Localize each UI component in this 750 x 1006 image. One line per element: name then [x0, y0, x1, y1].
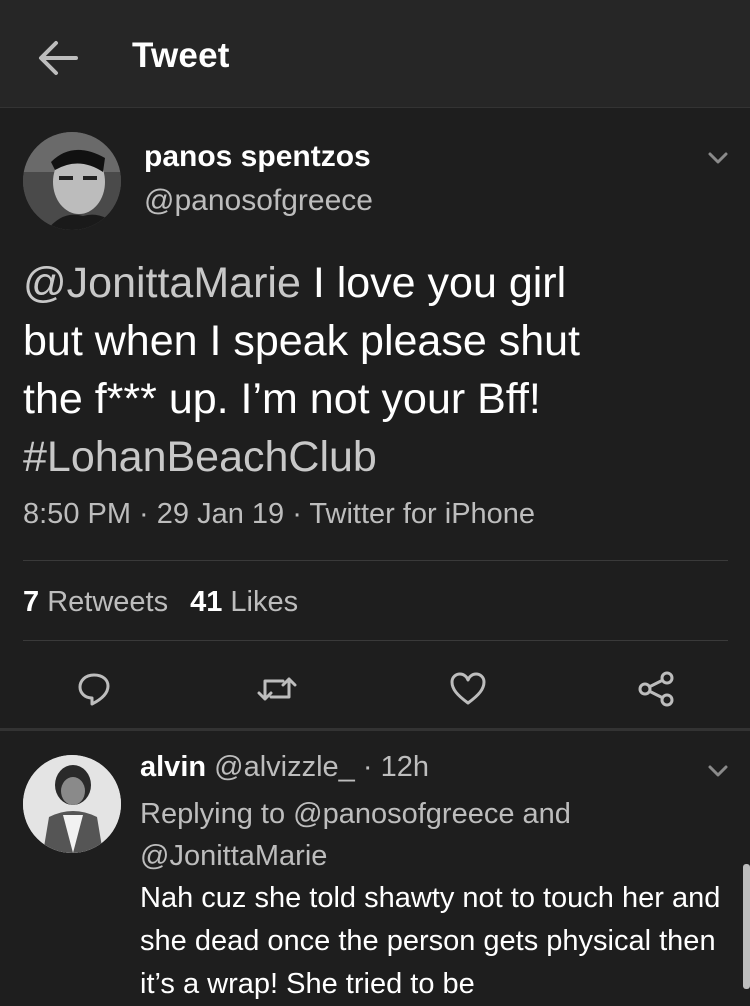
reply-header: alvin @alvizzle_ · 12h [140, 751, 429, 784]
avatar[interactable] [23, 755, 121, 853]
tweet-text: @JonittaMarie I love you girl but when I… [23, 254, 723, 486]
tweet-text-line: but when I speak please shut [23, 317, 580, 365]
section-separator [0, 728, 750, 731]
tweet-text-line: the f*** up. I’m not your Bff! [23, 375, 541, 423]
retweet-icon [257, 677, 297, 701]
likes-stat[interactable]: 41 Likes [190, 586, 298, 618]
reply-author-name[interactable]: alvin [140, 751, 206, 783]
hashtag-link[interactable]: #LohanBeachClub [23, 433, 377, 481]
profile-photo-icon [23, 132, 121, 230]
back-button[interactable] [36, 36, 80, 80]
tweet-meta: 8:50 PM · 29 Jan 19 · Twitter for iPhone [23, 498, 536, 530]
share-icon [638, 671, 674, 707]
profile-photo-icon [23, 755, 121, 853]
author-handle[interactable]: @panosofgreece [144, 184, 373, 218]
likes-count: 41 [190, 586, 223, 618]
retweets-stat[interactable]: 7 Retweets [23, 586, 168, 618]
reply-author-handle[interactable]: @alvizzle_ [214, 751, 355, 783]
chevron-down-icon [708, 152, 728, 164]
scrollbar[interactable] [743, 864, 750, 989]
share-button[interactable] [636, 669, 676, 709]
reply-icon [78, 673, 110, 706]
divider [23, 640, 728, 641]
chevron-down-icon [708, 765, 728, 777]
reply-text: Nah cuz she told shawty not to touch her… [140, 882, 721, 1000]
replying-to[interactable]: Replying to @panosofgreece and @JonittaM… [140, 793, 700, 877]
retweets-count: 7 [23, 586, 40, 618]
tweet-text-line: I love you girl [300, 259, 567, 307]
top-bar: Tweet [0, 0, 750, 108]
reply-button[interactable] [74, 669, 114, 709]
mention-link[interactable]: @JonittaMarie [23, 259, 301, 307]
action-bar [0, 663, 750, 729]
avatar[interactable] [23, 132, 121, 230]
like-button[interactable] [448, 669, 488, 709]
likes-label: Likes [230, 586, 299, 618]
like-icon [450, 672, 486, 705]
tweet-stats: 7 Retweets 41 Likes [23, 586, 298, 619]
reply-time: · 12h [354, 751, 429, 783]
retweets-label: Retweets [47, 586, 169, 618]
arrow-left-icon [39, 41, 78, 75]
retweet-button[interactable] [257, 669, 297, 709]
more-options-button[interactable] [704, 757, 732, 785]
page-title: Tweet [132, 36, 230, 75]
divider [23, 560, 728, 561]
author-name[interactable]: panos spentzos [144, 140, 371, 174]
more-options-button[interactable] [704, 144, 732, 172]
